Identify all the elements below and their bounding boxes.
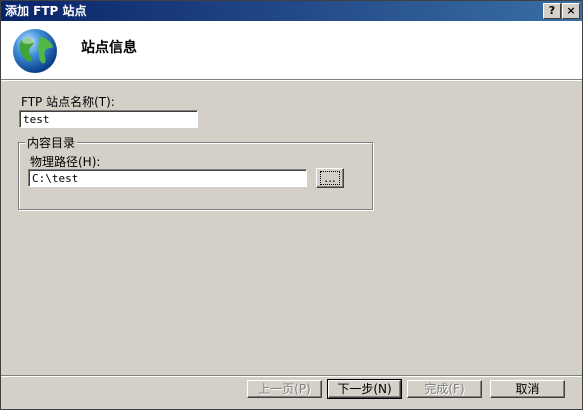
help-button[interactable]: ? [543,3,561,19]
physical-path-input[interactable]: C:\test [28,169,307,187]
wizard-header: 站点信息 [1,21,582,79]
browse-button[interactable]: ... [316,168,344,188]
physical-path-label: 物理路径(H): [30,155,101,169]
add-ftp-site-dialog: 添加 FTP 站点 ? × 站点信息 FTP 站点名称(T): test 内容目… [0,0,583,410]
page-heading: 站点信息 [81,40,137,56]
footer-divider [1,375,582,377]
next-button[interactable]: 下一步(N) [327,379,402,399]
close-button[interactable]: × [562,3,580,19]
window-title: 添加 FTP 站点 [5,4,87,18]
site-name-label: FTP 站点名称(T): [21,95,115,109]
site-name-input[interactable]: test [19,110,198,128]
globe-icon [13,29,57,73]
content-directory-group-label: 内容目录 [25,134,78,151]
cancel-button[interactable]: 取消 [490,380,565,398]
prev-button[interactable]: 上一页(P) [247,380,322,398]
finish-button[interactable]: 完成(F) [407,380,482,398]
browse-button-label: ... [320,171,340,185]
title-bar[interactable]: 添加 FTP 站点 ? × [1,1,582,21]
header-divider [1,79,582,81]
